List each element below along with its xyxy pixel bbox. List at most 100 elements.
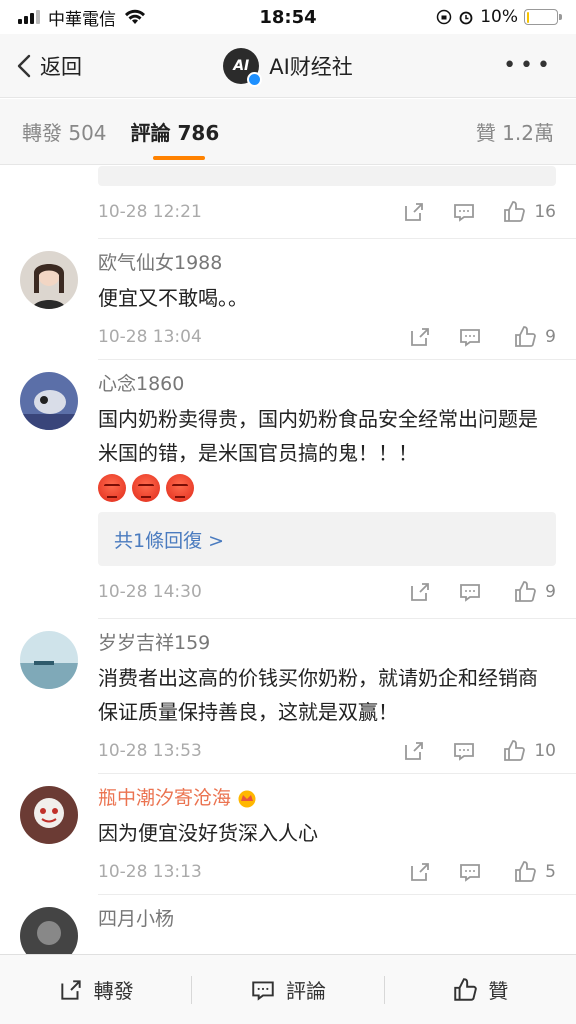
angry-emoji-icon bbox=[98, 474, 126, 502]
comment-meta: 10-28 12:21 16 bbox=[0, 186, 576, 238]
like-count: 10 bbox=[534, 741, 556, 761]
nav-title-group[interactable]: AI AI财经社 bbox=[170, 47, 406, 87]
comment-meta: 10-28 13:04 9 bbox=[0, 315, 576, 359]
tab-like[interactable]: 贊 1.2萬 bbox=[476, 117, 554, 146]
comment-icon bbox=[252, 980, 274, 1001]
comment-item: 岁岁吉祥159 消费者出这高的价钱买你奶粉，就请奶企和经销商保证质量保持善良，这… bbox=[0, 619, 576, 729]
like-button[interactable]: 5 bbox=[508, 860, 556, 884]
avatar[interactable] bbox=[20, 251, 78, 309]
emoji-row bbox=[98, 474, 556, 502]
comment-button[interactable]: 評論 bbox=[192, 975, 383, 1004]
like-button[interactable]: 9 bbox=[508, 325, 556, 349]
status-left: 中華電信 bbox=[18, 5, 218, 30]
comment-feed[interactable]: 10-28 12:21 16 欧气仙女1988 便宜又不敢喝。。 10-28 1… bbox=[0, 166, 576, 954]
comment-icon[interactable] bbox=[458, 325, 482, 349]
more-options-button[interactable]: ••• bbox=[406, 53, 576, 78]
share-icon[interactable] bbox=[408, 860, 432, 884]
nav-bar: 返回 AI AI财经社 ••• bbox=[0, 34, 576, 98]
angry-emoji-icon bbox=[166, 474, 194, 502]
comment-author[interactable]: 四月小杨 bbox=[98, 895, 556, 931]
avatar[interactable] bbox=[20, 907, 78, 954]
avatar[interactable] bbox=[20, 372, 78, 430]
like-count: 9 bbox=[545, 582, 556, 602]
bottom-action-bar: 轉發 評論 贊 bbox=[0, 954, 576, 1024]
comment-text: 便宜又不敢喝。。 bbox=[98, 286, 248, 310]
reply-box-partial[interactable] bbox=[98, 166, 556, 186]
repost-label: 轉發 bbox=[93, 979, 134, 1003]
repost-button[interactable]: 轉發 bbox=[0, 975, 191, 1004]
back-label: 返回 bbox=[40, 54, 82, 79]
comment-item: 心念1860 国内奶粉卖得贵，国内奶粉食品安全经常出问题是米国的错，是米国官员搞… bbox=[0, 360, 576, 502]
back-button[interactable]: 返回 bbox=[0, 51, 170, 81]
thumbs-up-icon bbox=[504, 201, 526, 222]
angry-emoji-icon bbox=[132, 474, 160, 502]
battery-level bbox=[526, 11, 530, 23]
comment-meta: 10-28 14:30 9 bbox=[0, 566, 576, 618]
comment-icon[interactable] bbox=[452, 200, 476, 224]
battery-percent: 10% bbox=[480, 7, 518, 27]
rotation-lock-icon bbox=[436, 9, 452, 25]
comment-icon[interactable] bbox=[458, 860, 482, 884]
comment-icon[interactable] bbox=[452, 739, 476, 763]
alarm-icon bbox=[459, 11, 473, 25]
comment-item: 欧气仙女1988 便宜又不敢喝。。 bbox=[0, 239, 576, 315]
like-button[interactable]: 10 bbox=[502, 739, 556, 763]
account-avatar: AI bbox=[223, 47, 263, 87]
like-count: 16 bbox=[534, 202, 556, 222]
tab-repost[interactable]: 轉發 504 bbox=[22, 117, 107, 146]
comment-time: 10-28 13:04 bbox=[98, 327, 202, 347]
comment-text: 消费者出这高的价钱买你奶粉，就请奶企和经销商保证质量保持善良，这就是双赢！ bbox=[98, 666, 538, 724]
verified-badge-icon bbox=[247, 71, 263, 87]
comment-text: 因为便宜没好货深入人心 bbox=[98, 821, 318, 845]
comment-text: 国内奶粉卖得贵，国内奶粉食品安全经常出问题是米国的错，是米国官员搞的鬼！！！ bbox=[98, 407, 538, 465]
signal-icon bbox=[18, 10, 40, 24]
thumbs-up-icon bbox=[515, 581, 537, 602]
comment-item: 瓶中潮汐寄沧海 因为便宜没好货深入人心 bbox=[0, 774, 576, 850]
view-replies-link[interactable]: 共1條回復 > bbox=[114, 526, 224, 553]
share-icon[interactable] bbox=[408, 580, 432, 604]
comment-author[interactable]: 心念1860 bbox=[98, 360, 556, 396]
like-button[interactable]: 16 bbox=[502, 200, 556, 224]
share-icon bbox=[61, 979, 81, 1000]
comment-meta: 10-28 13:53 10 bbox=[0, 729, 576, 773]
comment-actions: 16 bbox=[402, 200, 556, 224]
share-icon[interactable] bbox=[402, 200, 426, 224]
tab-bar: 轉發 504 評論 786 贊 1.2萬 bbox=[0, 99, 576, 165]
share-icon[interactable] bbox=[402, 739, 426, 763]
like-count: 9 bbox=[545, 327, 556, 347]
comment-actions: 10 bbox=[402, 739, 556, 763]
comment-item: 四月小杨 bbox=[0, 895, 576, 954]
comment-time: 10-28 13:53 bbox=[98, 741, 202, 761]
comment-time: 10-28 13:13 bbox=[98, 862, 202, 882]
like-button[interactable]: 9 bbox=[508, 580, 556, 604]
comment-author[interactable]: 欧气仙女1988 bbox=[98, 239, 556, 275]
share-icon[interactable] bbox=[408, 325, 432, 349]
thumbs-up-icon bbox=[515, 861, 537, 882]
comment-actions: 9 bbox=[408, 580, 556, 604]
clock: 18:54 bbox=[259, 6, 317, 28]
comment-time: 10-28 14:30 bbox=[98, 582, 202, 602]
comment-author[interactable]: 瓶中潮汐寄沧海 bbox=[98, 774, 556, 810]
carrier-label: 中華電信 bbox=[48, 9, 116, 30]
wifi-icon bbox=[125, 9, 145, 24]
avatar[interactable] bbox=[20, 786, 78, 844]
vip-crown-icon bbox=[238, 790, 256, 808]
page-title: AI财经社 bbox=[269, 54, 353, 79]
like-count: 5 bbox=[545, 862, 556, 882]
chevron-left-icon bbox=[17, 54, 31, 77]
comment-icon[interactable] bbox=[458, 580, 482, 604]
avatar[interactable] bbox=[20, 631, 78, 689]
tab-comment[interactable]: 評論 786 bbox=[131, 117, 219, 160]
avatar-logo-text: AI bbox=[233, 57, 250, 74]
status-right: 10% bbox=[358, 7, 562, 27]
comment-actions: 9 bbox=[408, 325, 556, 349]
comment-meta: 10-28 13:13 5 bbox=[0, 850, 576, 894]
status-bar: 中華電信 18:54 10% bbox=[0, 0, 576, 34]
comment-author[interactable]: 岁岁吉祥159 bbox=[98, 619, 556, 655]
comment-label: 評論 bbox=[285, 979, 326, 1003]
like-button[interactable]: 贊 bbox=[385, 975, 576, 1004]
reply-box[interactable]: 共1條回復 > bbox=[98, 512, 556, 566]
like-label: 贊 bbox=[488, 979, 509, 1003]
comment-time: 10-28 12:21 bbox=[98, 202, 202, 222]
battery-icon bbox=[524, 9, 562, 25]
